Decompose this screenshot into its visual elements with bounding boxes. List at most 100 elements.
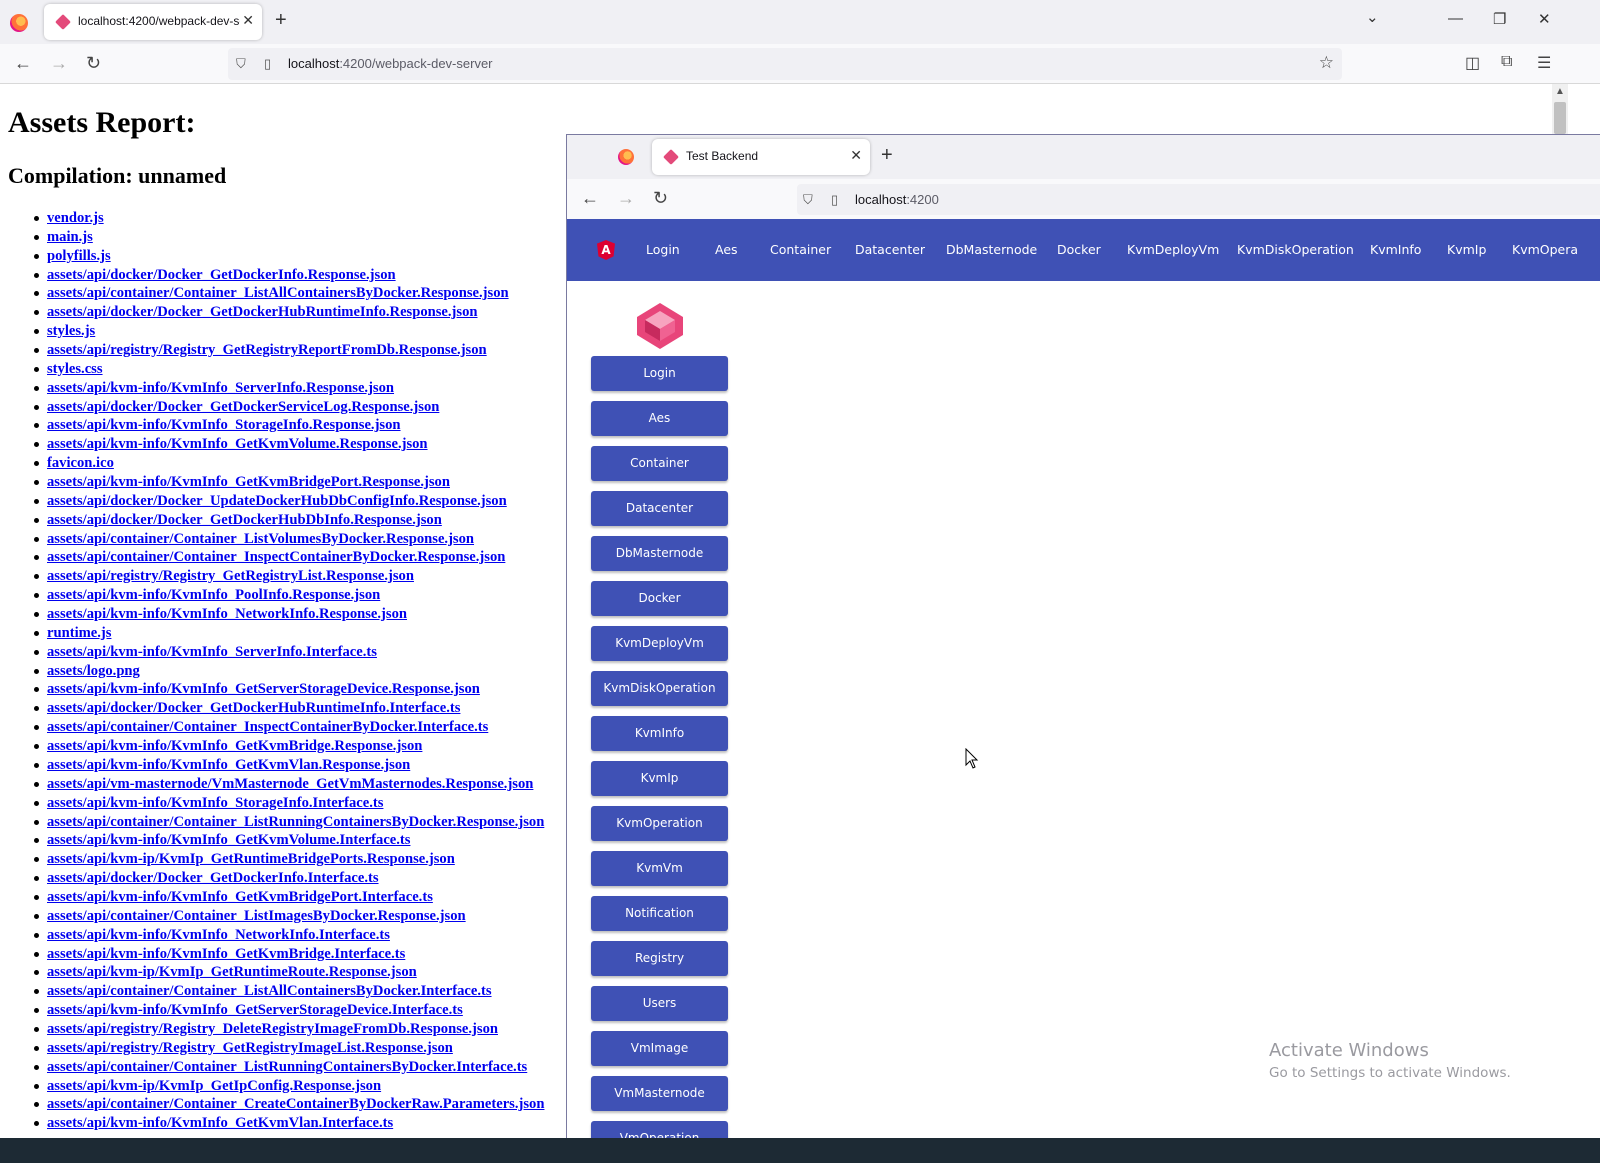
close-tab-icon[interactable]: ✕ <box>242 12 254 29</box>
asset-link[interactable]: assets/api/kvm-info/KvmInfo_ServerInfo.I… <box>47 644 377 660</box>
firefox-icon[interactable] <box>10 14 28 32</box>
outer-url-bar[interactable]: ⛉ ▯ localhost:4200/webpack-dev-server ☆ <box>228 48 1342 80</box>
asset-link[interactable]: assets/api/container/Container_InspectCo… <box>47 549 505 565</box>
sidebar-button-vmoperation[interactable]: VmOperation <box>591 1121 728 1138</box>
forward-icon[interactable]: → <box>50 53 68 74</box>
asset-link[interactable]: assets/api/docker/Docker_GetDockerHubRun… <box>47 700 460 716</box>
inner-url-text[interactable]: localhost:4200 <box>855 192 939 207</box>
asset-link[interactable]: assets/api/kvm-info/KvmInfo_GetServerSto… <box>47 1002 463 1018</box>
asset-link[interactable]: main.js <box>47 229 93 245</box>
page-info-icon[interactable]: ▯ <box>264 56 271 72</box>
nav-item-kvmdiskoperation[interactable]: KvmDiskOperation <box>1237 242 1354 257</box>
scroll-up-icon[interactable]: ▲ <box>1555 86 1565 97</box>
asset-link[interactable]: assets/api/kvm-info/KvmInfo_PoolInfo.Res… <box>47 587 380 603</box>
sidebar-button-docker[interactable]: Docker <box>591 581 728 616</box>
shield-icon[interactable]: ⛉ <box>236 56 246 72</box>
asset-link[interactable]: assets/api/container/Container_CreateCon… <box>47 1096 544 1112</box>
new-tab-icon[interactable]: + <box>881 144 893 167</box>
asset-link[interactable]: styles.js <box>47 323 95 339</box>
sidebar-button-kvmdiskoperation[interactable]: KvmDiskOperation <box>591 671 728 706</box>
asset-link[interactable]: assets/api/kvm-info/KvmInfo_GetKvmBridge… <box>47 889 433 905</box>
forward-icon[interactable]: → <box>617 188 635 209</box>
asset-link[interactable]: assets/api/docker/Docker_GetDockerHubRun… <box>47 304 478 320</box>
bookmark-star-icon[interactable]: ☆ <box>1319 53 1334 73</box>
asset-link[interactable]: assets/api/container/Container_ListImage… <box>47 908 466 924</box>
nav-item-kvmopera[interactable]: KvmOpera <box>1512 242 1578 257</box>
asset-link[interactable]: vendor.js <box>47 210 104 226</box>
menu-icon[interactable]: ☰ <box>1537 53 1551 73</box>
sidebar-button-kvmvm[interactable]: KvmVm <box>591 851 728 886</box>
asset-link[interactable]: assets/api/kvm-info/KvmInfo_StorageInfo.… <box>47 417 401 433</box>
asset-link[interactable]: assets/api/vm-masternode/VmMasternode_Ge… <box>47 776 533 792</box>
outer-url-text[interactable]: localhost:4200/webpack-dev-server <box>288 56 493 71</box>
back-icon[interactable]: ← <box>581 188 599 209</box>
asset-link[interactable]: assets/api/kvm-info/KvmInfo_GetKvmVlan.R… <box>47 757 410 773</box>
asset-link[interactable]: assets/api/docker/Docker_GetDockerHubDbI… <box>47 512 442 528</box>
angular-logo-icon[interactable]: A <box>597 240 615 260</box>
asset-link[interactable]: assets/api/docker/Docker_GetDockerInfo.I… <box>47 870 379 886</box>
inner-tab[interactable]: Test Backend ✕ <box>652 139 870 175</box>
asset-link[interactable]: assets/api/kvm-ip/KvmIp_GetRuntimeBridge… <box>47 851 455 867</box>
asset-link[interactable]: assets/api/kvm-info/KvmInfo_GetServerSto… <box>47 681 480 697</box>
nav-item-aes[interactable]: Aes <box>715 242 738 257</box>
sidebar-button-login[interactable]: Login <box>591 356 728 391</box>
asset-link[interactable]: assets/api/registry/Registry_GetRegistry… <box>47 342 487 358</box>
asset-link[interactable]: assets/api/kvm-info/KvmInfo_NetworkInfo.… <box>47 606 407 622</box>
asset-link[interactable]: assets/api/kvm-info/KvmInfo_GetKvmVlan.I… <box>47 1115 393 1131</box>
sidebar-button-notification[interactable]: Notification <box>591 896 728 931</box>
close-tab-icon[interactable]: ✕ <box>850 147 862 164</box>
asset-link[interactable]: assets/api/kvm-info/KvmInfo_GetKvmVolume… <box>47 436 428 452</box>
nav-item-docker[interactable]: Docker <box>1057 242 1101 257</box>
back-icon[interactable]: ← <box>14 53 32 74</box>
asset-link[interactable]: assets/api/docker/Docker_UpdateDockerHub… <box>47 493 507 509</box>
asset-link[interactable]: assets/api/container/Container_ListAllCo… <box>47 983 492 999</box>
page-info-icon[interactable]: ▯ <box>831 192 838 208</box>
reload-icon[interactable]: ↻ <box>653 188 668 209</box>
asset-link[interactable]: assets/api/kvm-ip/KvmIp_GetRuntimeRoute.… <box>47 964 417 980</box>
asset-link[interactable]: assets/api/container/Container_InspectCo… <box>47 719 488 735</box>
asset-link[interactable]: assets/api/kvm-info/KvmInfo_GetKvmBridge… <box>47 474 450 490</box>
reload-icon[interactable]: ↻ <box>86 53 101 74</box>
new-tab-icon[interactable]: + <box>275 9 287 32</box>
asset-link[interactable]: assets/api/kvm-ip/KvmIp_GetIpConfig.Resp… <box>47 1078 381 1094</box>
shield-icon[interactable]: ⛉ <box>803 192 813 208</box>
asset-link[interactable]: assets/api/container/Container_ListAllCo… <box>47 285 509 301</box>
list-tabs-icon[interactable]: ⌄ <box>1366 8 1379 26</box>
sidebar-button-vmmasternode[interactable]: VmMasternode <box>591 1076 728 1111</box>
sidebar-button-datacenter[interactable]: Datacenter <box>591 491 728 526</box>
nav-item-container[interactable]: Container <box>770 242 831 257</box>
nav-item-kvmip[interactable]: KvmIp <box>1447 242 1486 257</box>
sidebar-button-kvmdeployvm[interactable]: KvmDeployVm <box>591 626 728 661</box>
nav-item-login[interactable]: Login <box>646 242 680 257</box>
asset-link[interactable]: favicon.ico <box>47 455 114 471</box>
outer-tab[interactable]: localhost:4200/webpack-dev-se ✕ <box>44 4 262 40</box>
sidebar-button-kvmoperation[interactable]: KvmOperation <box>591 806 728 841</box>
asset-link[interactable]: assets/api/registry/Registry_DeleteRegis… <box>47 1021 498 1037</box>
sidebar-button-vmimage[interactable]: VmImage <box>591 1031 728 1066</box>
sidebar-button-dbmasternode[interactable]: DbMasternode <box>591 536 728 571</box>
close-window-icon[interactable]: ✕ <box>1538 10 1551 28</box>
sidebar-button-kvmip[interactable]: KvmIp <box>591 761 728 796</box>
scrollbar-thumb[interactable] <box>1554 102 1566 134</box>
sidebar-button-kvminfo[interactable]: KvmInfo <box>591 716 728 751</box>
nav-item-dbmasternode[interactable]: DbMasternode <box>946 242 1037 257</box>
asset-link[interactable]: polyfills.js <box>47 248 111 264</box>
asset-link[interactable]: assets/api/kvm-info/KvmInfo_ServerInfo.R… <box>47 380 394 396</box>
nav-item-kvmdeployvm[interactable]: KvmDeployVm <box>1127 242 1219 257</box>
pocket-icon[interactable]: ◫ <box>1465 53 1480 73</box>
asset-link[interactable]: assets/api/kvm-info/KvmInfo_GetKvmBridge… <box>47 946 405 962</box>
asset-link[interactable]: assets/api/kvm-info/KvmInfo_StorageInfo.… <box>47 795 383 811</box>
sidebar-button-container[interactable]: Container <box>591 446 728 481</box>
asset-link[interactable]: assets/api/kvm-info/KvmInfo_GetKvmVolume… <box>47 832 410 848</box>
asset-link[interactable]: assets/logo.png <box>47 663 140 679</box>
asset-link[interactable]: assets/api/container/Container_ListRunni… <box>47 814 544 830</box>
asset-link[interactable]: assets/api/registry/Registry_GetRegistry… <box>47 568 414 584</box>
asset-link[interactable]: assets/api/docker/Docker_GetDockerServic… <box>47 399 439 415</box>
firefox-icon[interactable] <box>618 149 634 165</box>
extensions-icon[interactable]: ⧉ <box>1501 53 1512 71</box>
asset-link[interactable]: assets/api/container/Container_ListRunni… <box>47 1059 527 1075</box>
nav-item-kvminfo[interactable]: KvmInfo <box>1370 242 1421 257</box>
minimize-icon[interactable]: — <box>1448 10 1463 27</box>
sidebar-button-registry[interactable]: Registry <box>591 941 728 976</box>
restore-icon[interactable]: ❐ <box>1493 10 1506 28</box>
